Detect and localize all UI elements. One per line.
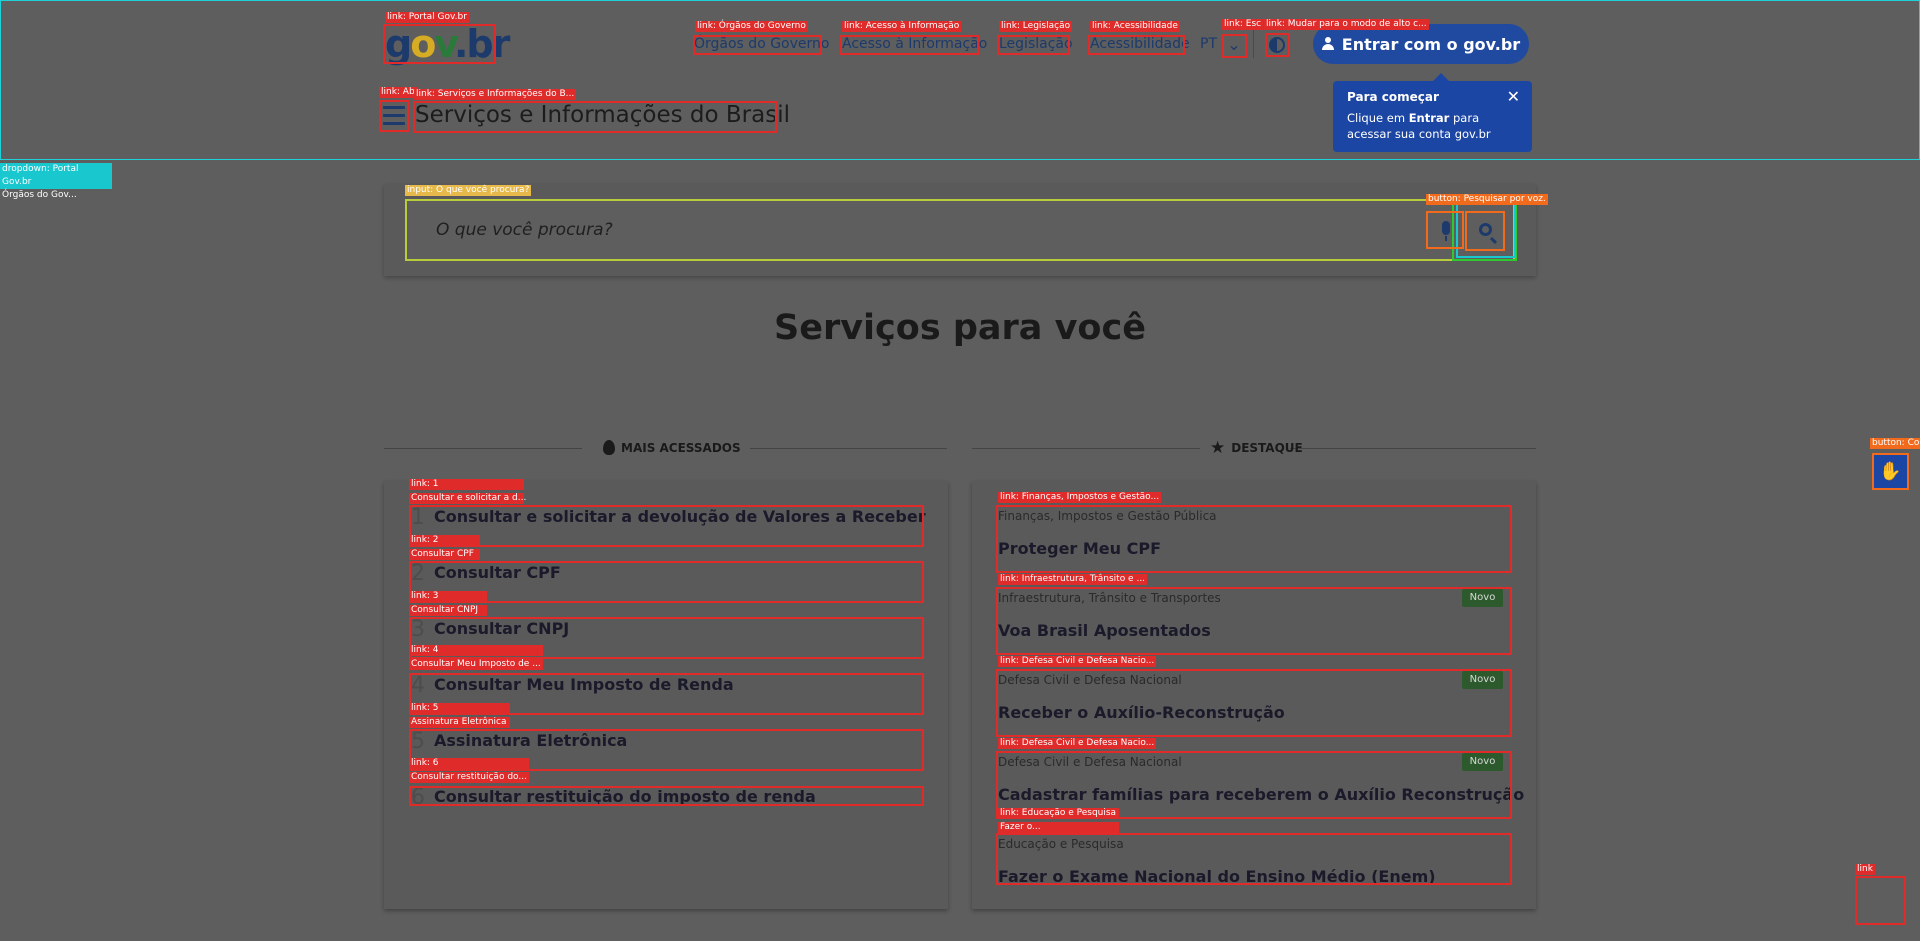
tag-logo: link: Portal Gov.br <box>385 12 469 23</box>
contrast-icon[interactable] <box>1266 34 1288 56</box>
featured-heading: ★ DESTAQUE <box>1210 438 1303 458</box>
tag-acessibilidade: link: Acessibilidade <box>1090 21 1180 32</box>
status-badge: Novo <box>1462 671 1503 689</box>
tag-corner: link <box>1855 864 1875 875</box>
search-input[interactable] <box>407 201 1513 259</box>
tooltip-title: Para começar <box>1347 90 1439 104</box>
corner-link[interactable] <box>1855 876 1906 925</box>
tag-site-title: link: Serviços e Informações do B... <box>414 89 577 100</box>
tag-legislacao: link: Legislação <box>999 21 1073 32</box>
flame-icon <box>603 440 615 455</box>
nav-link-orgaos[interactable]: Órgãos do Governo <box>694 36 829 52</box>
divider <box>1290 448 1536 449</box>
search-icon[interactable] <box>1465 211 1505 251</box>
site-title-link[interactable]: Serviços e Informações do Brasil <box>415 102 790 128</box>
govbr-logo[interactable]: gov.br <box>385 24 510 64</box>
divider <box>384 448 582 449</box>
nav-link-legislacao[interactable]: Legislação <box>999 36 1073 52</box>
section-title: Serviços para você <box>774 308 1146 348</box>
tooltip-body: Clique em Entrar para acessar sua conta … <box>1347 111 1491 141</box>
login-button[interactable]: Entrar com o gov.br <box>1313 24 1529 64</box>
tag-vlibras: button: Co <box>1870 438 1920 449</box>
login-label: Entrar com o gov.br <box>1341 34 1521 54</box>
onboarding-tooltip: Para começar Clique em Entrar para acess… <box>1333 73 1532 152</box>
tag-menu: link: Ab <box>379 87 417 98</box>
nav-link-acesso[interactable]: Acesso à Informação <box>842 36 987 52</box>
tag-voice: button: Pesquisar por voz. <box>1426 194 1548 205</box>
tag-esc: link: Esc <box>1222 19 1264 30</box>
tag-input: input: O que você procura? <box>405 185 532 196</box>
close-icon[interactable]: ✕ <box>1507 87 1520 106</box>
user-icon <box>1321 37 1334 51</box>
tag-dropdown: dropdown: Portal Gov.br Órgãos do Gov... <box>0 163 112 200</box>
nav-link-acessibilidade[interactable]: Acessibilidade <box>1090 36 1190 52</box>
tag-acesso: link: Acesso à Informação <box>842 21 962 32</box>
search-field[interactable] <box>405 199 1515 261</box>
star-icon: ★ <box>1210 438 1226 458</box>
status-badge: Novo <box>1462 589 1503 607</box>
hamburger-menu-icon[interactable] <box>383 106 405 126</box>
most-accessed-heading: MAIS ACESSADOS <box>603 440 741 455</box>
tag-orgaos: link: Órgãos do Governo <box>695 21 808 32</box>
divider <box>750 448 947 449</box>
divider <box>1253 30 1254 58</box>
chevron-down-icon[interactable]: ⌄ <box>1223 34 1245 56</box>
sign-language-icon[interactable]: ✋ <box>1872 453 1909 490</box>
tag-contrast: link: Mudar para o modo de alto c... <box>1264 19 1429 30</box>
status-badge: Novo <box>1462 753 1503 771</box>
microphone-icon[interactable] <box>1426 211 1464 249</box>
language-label: PT <box>1200 36 1217 52</box>
divider <box>972 448 1200 449</box>
